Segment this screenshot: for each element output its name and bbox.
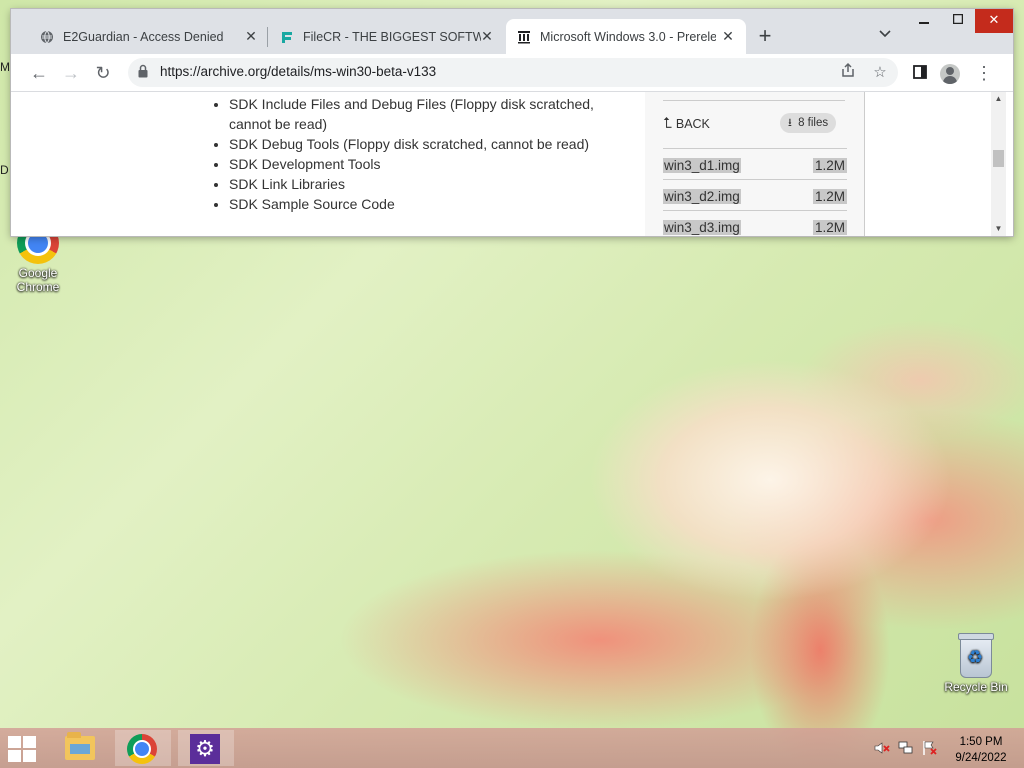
minimize-button[interactable]	[907, 9, 941, 33]
back-label: BACK	[675, 116, 710, 131]
tab-title: E2Guardian - Access Denied	[63, 29, 224, 44]
tab-title: Microsoft Windows 3.0 - Prerelease	[540, 29, 716, 44]
archive-icon	[516, 29, 532, 45]
tab-strip: E2Guardian - Access Denied ✕ FileCR - TH…	[11, 9, 1013, 54]
file-size: 1.2M	[812, 158, 847, 173]
file-row[interactable]: win3_d2.img 1.2M	[663, 179, 847, 210]
sdk-file-list: SDK Include Files and Debug Files (Flopp…	[205, 94, 609, 214]
file-name-link[interactable]: win3_d1.img	[663, 158, 741, 173]
back-arrow-icon[interactable]: ←	[26, 61, 52, 85]
taskbar-file-explorer[interactable]	[52, 730, 108, 766]
back-up-arrow-icon: ⮤	[663, 115, 672, 132]
files-count-label: 8 files	[798, 117, 829, 129]
download-files-sidebar: ⮤ BACK ⭳ 8 files win3_d1.img 1.2M win3_d…	[645, 92, 865, 236]
close-tab-icon[interactable]: ✕	[720, 28, 736, 44]
maximize-button[interactable]	[941, 9, 975, 33]
network-icon[interactable]	[898, 740, 914, 756]
scrollbar-thumb[interactable]	[993, 150, 1004, 167]
filecr-icon	[279, 29, 295, 45]
windows-logo-icon	[8, 736, 21, 748]
download-icon: ⭳	[788, 117, 792, 129]
list-item: SDK Development Tools	[229, 154, 609, 174]
tab-e2guardian[interactable]: E2Guardian - Access Denied ✕	[29, 19, 269, 54]
lock-icon	[138, 64, 148, 78]
list-item: SDK Link Libraries	[229, 174, 609, 194]
profile-avatar-icon[interactable]	[940, 64, 960, 84]
page-scrollbar[interactable]: ▲ ▼	[991, 92, 1006, 236]
files-count-button[interactable]: ⭳ 8 files	[780, 113, 837, 133]
scroll-up-arrow-icon[interactable]: ▲	[991, 92, 1006, 106]
tab-title: FileCR - THE BIGGEST SOFTWARE	[303, 29, 481, 44]
list-item: SDK Sample Source Code	[229, 194, 609, 214]
desktop-icon-label: Google Chrome	[16, 266, 60, 294]
desktop-icon-recycle-bin[interactable]: Recycle Bin	[942, 633, 1010, 694]
browser-toolbar: ← → ↻ https://archive.org/details/ms-win…	[11, 54, 1013, 92]
globe-icon	[39, 29, 55, 45]
close-tab-icon[interactable]: ✕	[479, 28, 495, 44]
file-row[interactable]: win3_d1.img 1.2M	[663, 148, 847, 179]
forward-arrow-icon[interactable]: →	[58, 61, 84, 85]
file-size: 1.2M	[812, 189, 847, 204]
file-name-link[interactable]: win3_d2.img	[663, 189, 741, 204]
volume-muted-icon[interactable]	[874, 740, 890, 756]
file-size: 1.2M	[812, 220, 847, 235]
new-tab-button[interactable]: +	[753, 25, 777, 49]
address-bar[interactable]: https://archive.org/details/ms-win30-bet…	[128, 58, 898, 87]
side-panel-icon[interactable]	[907, 61, 933, 85]
taskbar: ⚙ 1:50 PM 9/24/2022	[0, 728, 1024, 768]
recycle-bin-icon	[958, 633, 994, 678]
more-menu-icon[interactable]: ⋮	[971, 61, 997, 85]
share-icon[interactable]	[837, 62, 859, 84]
taskbar-chrome[interactable]	[115, 730, 171, 766]
bookmark-star-icon[interactable]: ☆	[869, 62, 891, 84]
close-tab-icon[interactable]: ✕	[243, 28, 259, 44]
desktop-icon-label-fragment: M	[0, 60, 10, 74]
file-row[interactable]: win3_d3.img 1.2M	[663, 210, 847, 236]
start-button[interactable]	[8, 736, 38, 762]
divider	[663, 100, 845, 101]
desktop-icon-label: Recycle Bin	[944, 680, 1008, 694]
chrome-window: E2Guardian - Access Denied ✕ FileCR - TH…	[11, 9, 1013, 236]
taskbar-settings[interactable]: ⚙	[178, 730, 234, 766]
tab-filecr[interactable]: FileCR - THE BIGGEST SOFTWARE ✕	[269, 19, 505, 54]
back-link[interactable]: ⮤ BACK	[663, 115, 710, 132]
tab-microsoft-windows-3[interactable]: Microsoft Windows 3.0 - Prerelease ✕	[506, 19, 746, 54]
desktop-icon-label-fragment: D	[0, 163, 9, 177]
reload-icon[interactable]: ↻	[90, 61, 116, 85]
file-explorer-icon	[65, 732, 95, 760]
chrome-icon	[127, 734, 157, 764]
scroll-down-arrow-icon[interactable]: ▼	[991, 222, 1006, 236]
clock-time: 1:50 PM	[959, 736, 1003, 748]
file-name-link[interactable]: win3_d3.img	[663, 220, 741, 235]
action-center-flag-icon[interactable]	[922, 740, 938, 756]
tab-search-chevron-icon[interactable]	[875, 27, 895, 47]
clock-date: 9/24/2022	[955, 752, 1007, 764]
close-window-button[interactable]: ✕	[975, 9, 1013, 33]
system-clock[interactable]: 1:50 PM 9/24/2022	[948, 734, 1014, 766]
url-text[interactable]: https://archive.org/details/ms-win30-bet…	[160, 64, 436, 79]
archive-page-content: SDK Include Files and Debug Files (Flopp…	[17, 92, 991, 236]
list-item: SDK Debug Tools (Floppy disk scratched, …	[229, 134, 609, 154]
settings-gear-icon: ⚙	[190, 734, 220, 764]
list-item: SDK Include Files and Debug Files (Flopp…	[229, 94, 609, 134]
tab-separator	[267, 27, 268, 47]
